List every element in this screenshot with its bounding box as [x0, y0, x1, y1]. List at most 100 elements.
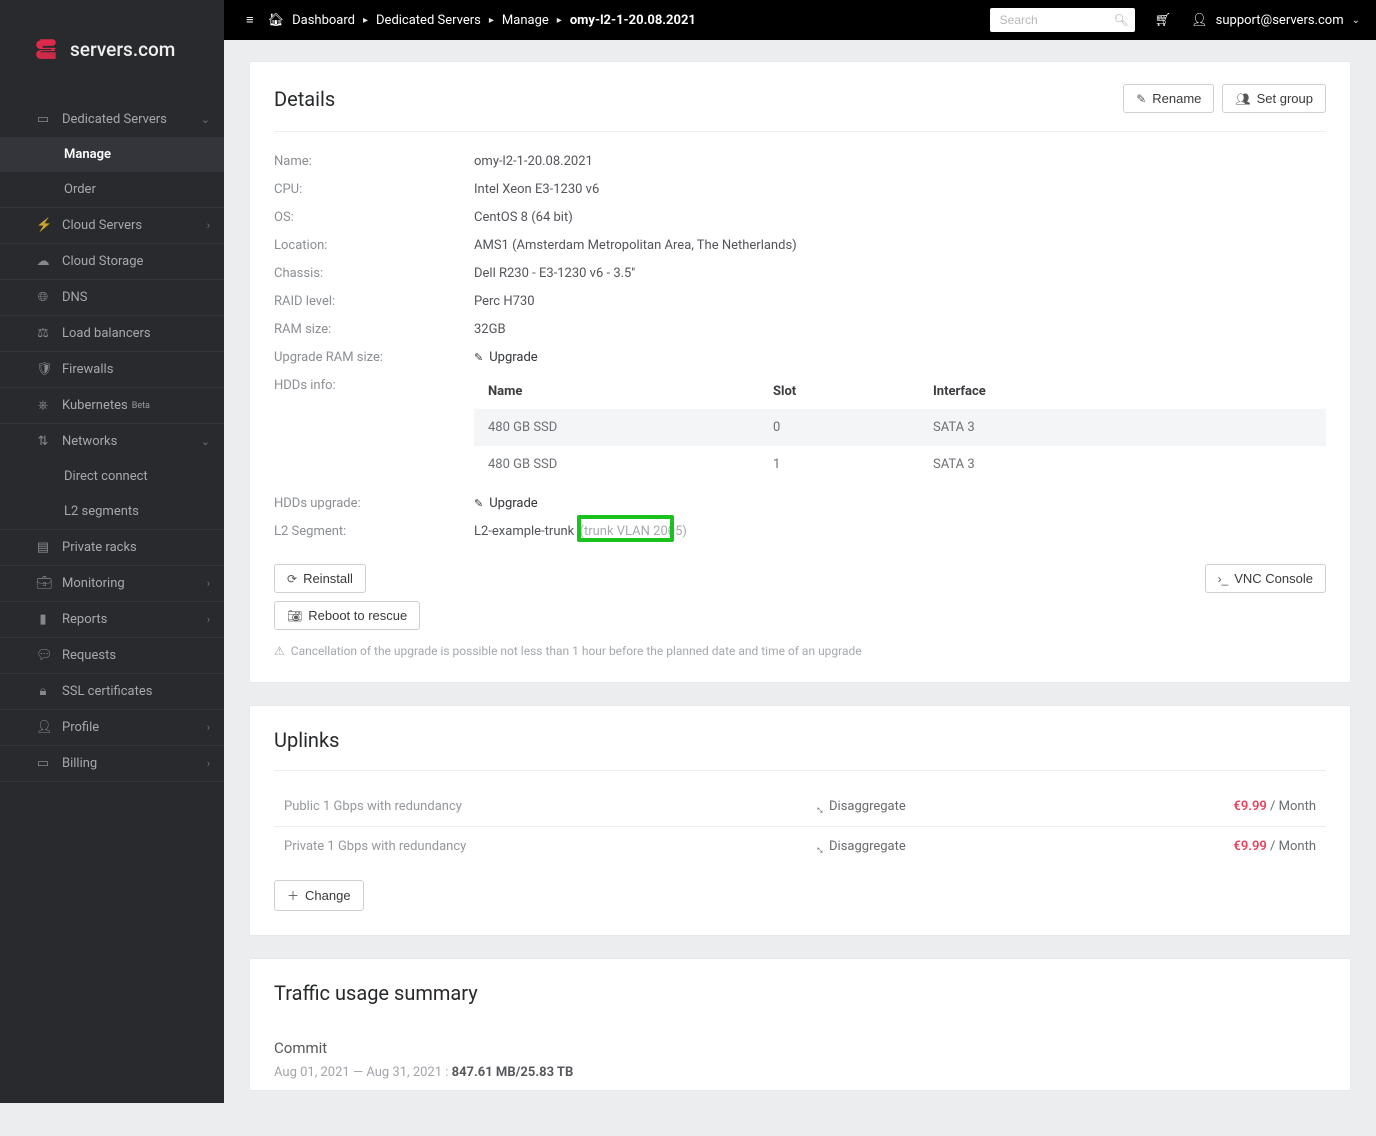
sidebar-item-cloud-servers[interactable]: ⚡Cloud Servers›: [0, 208, 224, 243]
menu-icon[interactable]: ≡: [246, 12, 254, 28]
sidebar-item-label: Dedicated Servers: [62, 112, 167, 127]
detail-label-ram: RAM size:: [274, 322, 474, 337]
cart-icon[interactable]: 🛒︎: [1155, 13, 1172, 28]
sidebar-item-cloud-storage[interactable]: ☁Cloud Storage: [0, 244, 224, 279]
hdd-table: Name Slot Interface 480 GB SSD 0 SATA 3 …: [474, 378, 1326, 483]
group-icon: 👥︎: [1235, 92, 1250, 106]
upgrade-hdd-link[interactable]: ✎Upgrade: [474, 496, 538, 511]
upgrade-ram-link[interactable]: ✎Upgrade: [474, 350, 538, 365]
sidebar-item-ssl-certificates[interactable]: 🔒︎SSL certificates: [0, 674, 224, 709]
detail-label-name: Name:: [274, 154, 474, 169]
chevron-right-icon: ›: [207, 577, 210, 590]
chevron-right-icon: ›: [207, 757, 210, 770]
kube-icon: ⎈: [36, 398, 50, 413]
chevron-right-icon: ▸: [557, 15, 562, 26]
hdd-col-interface: Interface: [933, 384, 1312, 399]
chevron-right-icon: ›: [207, 613, 210, 626]
sidebar-item-dns[interactable]: 🌐︎DNS: [0, 280, 224, 315]
user-icon: 👤︎: [36, 720, 50, 735]
pencil-icon: ✎: [474, 497, 483, 510]
detail-value-chassis: Dell R230 - E3-1230 v6 - 3.5'': [474, 266, 1326, 281]
details-panel: Details ✎Rename 👥︎Set group Name:omy-l2-…: [250, 62, 1350, 682]
uplinks-panel: Uplinks Public 1 Gbps with redundancy ↔D…: [250, 706, 1350, 935]
sidebar-item-load-balancers[interactable]: ⚖Load balancers: [0, 316, 224, 351]
search-wrap: 🔍︎: [990, 8, 1135, 32]
detail-label-hdds-upgrade: HDDs upgrade:: [274, 496, 474, 511]
sidebar-subitem-direct-connect[interactable]: Direct connect: [0, 459, 224, 494]
sidebar-item-requests[interactable]: 💬︎Requests: [0, 638, 224, 673]
uplink-price: €9.99: [1233, 839, 1266, 854]
commit-line: Aug 01, 2021 — Aug 31, 2021 : 847.61 MB/…: [274, 1065, 1326, 1080]
breadcrumb-manage[interactable]: Manage: [502, 13, 549, 28]
sidebar-item-monitoring[interactable]: 💼︎Monitoring›: [0, 566, 224, 601]
pencil-icon: ✎: [474, 351, 483, 364]
detail-value-os: CentOS 8 (64 bit): [474, 210, 1326, 225]
disaggregate-link[interactable]: Disaggregate: [829, 839, 906, 854]
warning-icon: ⚠︎: [274, 644, 285, 658]
disaggregate-link[interactable]: Disaggregate: [829, 799, 906, 814]
vnc-console-button[interactable]: ›_VNC Console: [1205, 564, 1326, 593]
detail-label-os: OS:: [274, 210, 474, 225]
breadcrumb-dedicated-servers[interactable]: Dedicated Servers: [376, 13, 481, 28]
sidebar-item-profile[interactable]: 👤︎Profile›: [0, 710, 224, 745]
cancellation-note: Cancellation of the upgrade is possible …: [291, 644, 862, 658]
detail-label-ram-upgrade: Upgrade RAM size:: [274, 350, 474, 365]
commit-label: Commit: [274, 1039, 1326, 1057]
terminal-icon: ›_: [1218, 572, 1229, 586]
set-group-button[interactable]: 👥︎Set group: [1222, 84, 1326, 113]
sidebar-item-reports[interactable]: ▮Reports›: [0, 602, 224, 637]
user-menu[interactable]: 👤︎ support@servers.com ⌄: [1191, 13, 1360, 28]
sidebar-item-kubernetes[interactable]: ⎈KubernetesBeta: [0, 388, 224, 423]
hdd-col-slot: Slot: [773, 384, 933, 399]
highlight-box: [577, 515, 674, 542]
balance-icon: ⚖: [36, 326, 50, 341]
bolt-icon: ⚡: [36, 218, 50, 233]
user-name: support@servers.com: [1216, 13, 1344, 28]
plus-icon: ＋: [287, 887, 299, 904]
l2-segment-name: L2-example-trunk: [474, 524, 574, 539]
sidebar-subitem-l2-segments[interactable]: L2 segments: [0, 494, 224, 529]
hdd-col-name: Name: [488, 384, 773, 399]
cloud-icon: ☁: [36, 254, 50, 269]
uplink-price: €9.99: [1233, 799, 1266, 814]
hdd-row: 480 GB SSD 0 SATA 3: [474, 409, 1326, 446]
details-title: Details: [274, 87, 335, 111]
sidebar-subitem-manage[interactable]: Manage: [0, 137, 224, 172]
detail-value-ram: 32GB: [474, 322, 1326, 337]
globe-icon: 🌐︎: [36, 290, 50, 305]
sidebar: servers.com ▭ Dedicated Servers ⌄ Manage…: [0, 0, 224, 1103]
breadcrumb-current: omy-l2-1-20.08.2021: [570, 13, 696, 28]
sidebar-item-networks[interactable]: ⇅Networks⌄: [0, 424, 224, 459]
card-icon: ▭: [36, 756, 50, 771]
chevron-down-icon: ⌄: [201, 435, 210, 448]
reinstall-button[interactable]: ⟳Reinstall: [274, 564, 366, 593]
sidebar-nav: ▭ Dedicated Servers ⌄ Manage Order ⚡Clou…: [0, 102, 224, 782]
sidebar-item-dedicated-servers[interactable]: ▭ Dedicated Servers ⌄: [0, 102, 224, 137]
server-icon: ▭: [36, 112, 50, 127]
reboot-rescue-button[interactable]: 📷︎Reboot to rescue: [274, 601, 420, 630]
brand[interactable]: servers.com: [0, 0, 224, 102]
camera-icon: 📷︎: [287, 609, 302, 623]
user-icon: 👤︎: [1191, 13, 1208, 28]
detail-label-location: Location:: [274, 238, 474, 253]
uplink-row: Public 1 Gbps with redundancy ↔Disaggreg…: [274, 787, 1326, 827]
breadcrumb-dashboard[interactable]: Dashboard: [292, 13, 355, 28]
commit-value: 847.61 MB/25.83 TB: [452, 1065, 574, 1080]
chevron-down-icon: ⌄: [1352, 15, 1360, 26]
traffic-title: Traffic usage summary: [274, 981, 478, 1005]
chevron-right-icon: ▸: [363, 15, 368, 26]
case-icon: 💼︎: [36, 576, 50, 591]
search-input[interactable]: [990, 8, 1135, 32]
sidebar-item-firewalls[interactable]: 🛡︎Firewalls: [0, 352, 224, 387]
chevron-down-icon: ⌄: [201, 113, 210, 126]
sidebar-item-billing[interactable]: ▭Billing›: [0, 746, 224, 781]
sidebar-subitem-order[interactable]: Order: [0, 172, 224, 207]
chevron-right-icon: ▸: [489, 15, 494, 26]
change-uplinks-button[interactable]: ＋Change: [274, 880, 364, 911]
sidebar-item-private-racks[interactable]: ▤Private racks: [0, 530, 224, 565]
rename-button[interactable]: ✎Rename: [1123, 84, 1214, 113]
uplink-row: Private 1 Gbps with redundancy ↔Disaggre…: [274, 827, 1326, 866]
chevron-right-icon: ›: [207, 721, 210, 734]
logo-icon: [34, 36, 60, 62]
traffic-panel: Traffic usage summary Commit Aug 01, 202…: [250, 959, 1350, 1090]
